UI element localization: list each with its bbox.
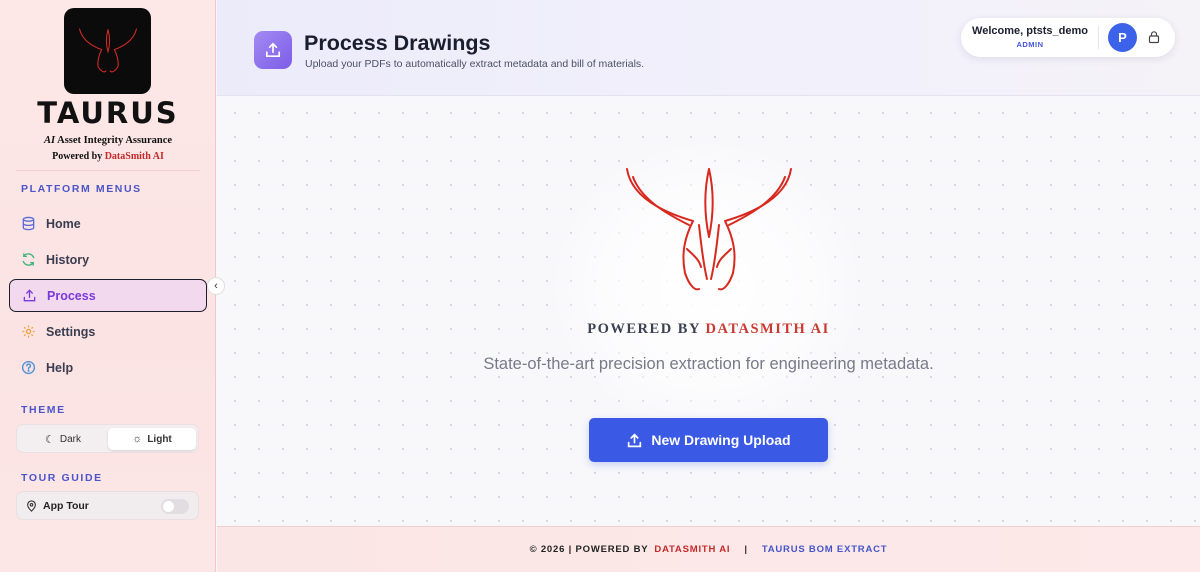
upload-icon [22, 288, 37, 303]
help-icon [21, 360, 36, 375]
app-tour-toggle[interactable] [161, 499, 189, 514]
sidebar-item-label: Settings [46, 324, 96, 339]
hero-description: State-of-the-art precision extraction fo… [483, 355, 934, 373]
refresh-icon [21, 252, 36, 267]
powered-prefix: Powered by [52, 151, 105, 162]
theme-dark-button[interactable]: ☾ Dark [19, 428, 107, 450]
page-footer: © 2026 | POWERED BY DATASMITH AI | TAURU… [217, 526, 1200, 572]
sidebar-item-process[interactable]: Process [9, 279, 207, 312]
main-content: POWERED BY DATASMITH AI State-of-the-art… [217, 97, 1200, 525]
user-role: ADMIN [1016, 40, 1044, 49]
tagline-rest: Asset Integrity Assurance [55, 135, 173, 146]
upload-header-icon [254, 31, 292, 69]
brand-powered-by: Powered by DataSmith AI [0, 151, 216, 162]
tagline-ai: AI [43, 135, 56, 146]
sidebar-divider [16, 170, 200, 171]
moon-icon: ☾ [45, 433, 55, 446]
theme-title: THEME [21, 404, 66, 416]
app-tour-label: App Tour [43, 499, 89, 512]
sidebar: TAURUS AI Asset Integrity Assurance Powe… [0, 0, 216, 572]
app-tour-row: App Tour [16, 491, 199, 520]
tour-guide-title: TOUR GUIDE [21, 472, 103, 484]
sidebar-item-help[interactable]: Help [9, 351, 207, 384]
page-subtitle: Upload your PDFs to automatically extrac… [305, 58, 645, 70]
theme-switcher: ☾ Dark ☼ Light [16, 424, 199, 453]
sidebar-item-settings[interactable]: Settings [9, 315, 207, 348]
footer-separator: | [744, 544, 748, 555]
chevron-left-icon: ‹ [214, 280, 218, 292]
theme-light-button[interactable]: ☼ Light [108, 428, 196, 450]
footer-product[interactable]: TAURUS BOM EXTRACT [762, 544, 888, 555]
powered-company: DATASMITH AI [705, 321, 830, 337]
footer-copyright: © 2026 | POWERED BY [529, 544, 649, 555]
theme-dark-label: Dark [59, 433, 81, 445]
brand-name: TAURUS [37, 96, 179, 130]
page-title: Process Drawings [304, 31, 491, 55]
gear-icon [21, 324, 36, 339]
bull-emblem-icon [626, 168, 792, 291]
sidebar-item-label: History [46, 252, 90, 267]
sidebar-item-label: Home [46, 216, 81, 231]
sun-icon: ☼ [132, 433, 143, 445]
lock-icon[interactable] [1147, 30, 1161, 44]
location-pin-icon [26, 499, 37, 512]
sidebar-item-history[interactable]: History [9, 243, 207, 276]
new-drawing-upload-button[interactable]: New Drawing Upload [589, 418, 828, 462]
sidebar-item-label: Help [46, 360, 74, 375]
upload-icon [626, 432, 643, 449]
taurus-logo [64, 8, 151, 94]
footer-company: DATASMITH AI [654, 544, 731, 555]
user-divider [1098, 26, 1099, 49]
theme-light-label: Light [147, 433, 172, 445]
powered-prefix: POWERED BY [587, 321, 706, 337]
page-header: Process Drawings Upload your PDFs to aut… [217, 0, 1200, 96]
platform-menus-title: PLATFORM MENUS [21, 183, 142, 195]
sidebar-collapse-button[interactable]: ‹ [207, 277, 225, 295]
powered-name: DataSmith AI [104, 151, 164, 162]
sidebar-item-home[interactable]: Home [9, 207, 207, 240]
user-card: Welcome, ptsts_demo ADMIN P [961, 18, 1175, 57]
avatar[interactable]: P [1108, 23, 1137, 52]
brand-tagline: AI Asset Integrity Assurance [0, 135, 216, 146]
powered-by-banner: POWERED BY DATASMITH AI [217, 321, 1200, 338]
welcome-text: Welcome, ptsts_demo [972, 25, 1088, 37]
database-icon [21, 216, 36, 231]
upload-button-label: New Drawing Upload [651, 432, 791, 448]
bull-logo-icon [78, 28, 137, 73]
sidebar-item-label: Process [47, 288, 96, 303]
